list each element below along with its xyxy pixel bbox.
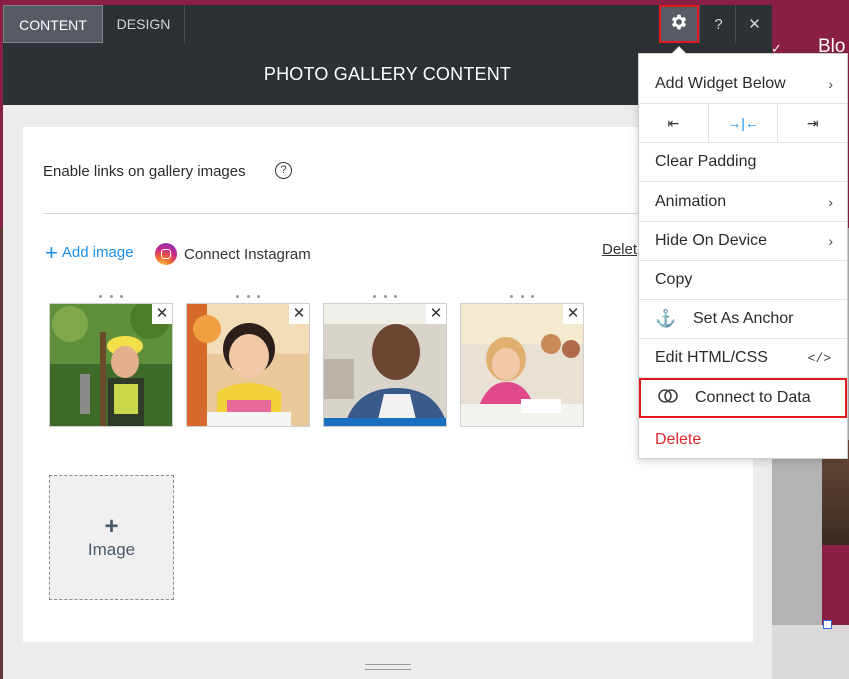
remove-image-button[interactable]: ✕ bbox=[426, 304, 446, 324]
chevron-right-icon: › bbox=[828, 76, 833, 92]
settings-menu: Add Widget Below › ⇤ →|← ⇥ Clear Padding… bbox=[638, 46, 848, 459]
drag-dots-icon[interactable] bbox=[99, 295, 123, 298]
connect-instagram-label: Connect Instagram bbox=[184, 245, 311, 263]
remove-image-button[interactable]: ✕ bbox=[563, 304, 583, 324]
menu-item-animation[interactable]: Animation › bbox=[639, 183, 847, 222]
add-image-button[interactable]: + Add image bbox=[45, 240, 134, 265]
alignment-row: ⇤ →|← ⇥ bbox=[639, 104, 847, 143]
menu-item-hide-on-device[interactable]: Hide On Device › bbox=[639, 222, 847, 261]
tab-content[interactable]: CONTENT bbox=[3, 5, 103, 43]
background-footer bbox=[772, 625, 849, 679]
menu-item-label: Copy bbox=[655, 271, 693, 288]
gallery-item[interactable]: ✕ bbox=[186, 295, 310, 429]
menu-item-copy[interactable]: Copy bbox=[639, 261, 847, 300]
anchor-icon: ⚓ bbox=[655, 309, 677, 328]
gallery-item[interactable]: ✕ bbox=[323, 295, 447, 429]
add-image-tile[interactable]: + Image bbox=[49, 475, 174, 600]
menu-item-label: Hide On Device bbox=[655, 232, 768, 249]
chevron-right-icon: › bbox=[828, 233, 833, 249]
background-block bbox=[822, 545, 849, 627]
link-rings-icon bbox=[657, 388, 679, 409]
question-icon[interactable]: ? bbox=[275, 162, 292, 179]
menu-item-delete[interactable]: Delete bbox=[639, 420, 847, 459]
close-icon: ✕ bbox=[748, 16, 761, 33]
chevron-right-icon: › bbox=[828, 194, 833, 210]
drag-dots-icon[interactable] bbox=[236, 295, 260, 298]
enable-links-label: Enable links on gallery images bbox=[43, 163, 246, 180]
drag-dots-icon[interactable] bbox=[373, 295, 397, 298]
menu-item-label: Delete bbox=[655, 430, 702, 448]
connect-instagram-button[interactable]: Connect Instagram bbox=[155, 243, 311, 265]
add-tile-label: Image bbox=[87, 539, 136, 559]
menu-item-label: Add Widget Below bbox=[655, 75, 786, 92]
menu-item-edit-html-css[interactable]: Edit HTML/CSS </> bbox=[639, 339, 847, 378]
plus-icon: + bbox=[45, 240, 58, 265]
menu-item-set-as-anchor[interactable]: ⚓ Set As Anchor bbox=[639, 300, 847, 339]
menu-item-label: Clear Padding bbox=[655, 153, 757, 170]
menu-item-label: Connect to Data bbox=[695, 389, 811, 406]
settings-button[interactable] bbox=[659, 5, 699, 43]
code-icon: </> bbox=[807, 350, 831, 366]
instagram-icon bbox=[155, 243, 177, 265]
gear-icon bbox=[669, 12, 689, 36]
resize-handle[interactable] bbox=[823, 620, 832, 629]
tab-design[interactable]: DESIGN bbox=[103, 5, 185, 43]
menu-item-connect-to-data[interactable]: Connect to Data bbox=[639, 378, 847, 418]
menu-item-clear-padding[interactable]: Clear Padding bbox=[639, 143, 847, 182]
help-button[interactable]: ? bbox=[699, 5, 737, 43]
menu-item-add-widget-below[interactable]: Add Widget Below › bbox=[639, 65, 847, 104]
panel-topbar: CONTENT DESIGN ? ✕ bbox=[3, 5, 772, 43]
align-center-button[interactable]: →|← bbox=[709, 104, 779, 142]
remove-image-button[interactable]: ✕ bbox=[289, 304, 309, 324]
menu-item-label: Animation bbox=[655, 193, 727, 210]
remove-image-button[interactable]: ✕ bbox=[152, 304, 172, 324]
gallery-item[interactable]: ✕ bbox=[49, 295, 173, 429]
menu-item-label: Edit HTML/CSS bbox=[655, 349, 768, 366]
delete-all-link[interactable]: Delet bbox=[602, 241, 637, 258]
menu-item-label: Set As Anchor bbox=[693, 310, 794, 327]
close-button[interactable]: ✕ bbox=[735, 5, 773, 43]
panel-drag-handle[interactable] bbox=[365, 664, 411, 670]
gallery-item[interactable]: ✕ bbox=[460, 295, 584, 429]
drag-dots-icon[interactable] bbox=[510, 295, 534, 298]
plus-icon: + bbox=[104, 512, 119, 540]
align-right-button[interactable]: ⇥ bbox=[778, 104, 847, 142]
add-image-label: Add image bbox=[61, 244, 134, 261]
align-left-button[interactable]: ⇤ bbox=[639, 104, 709, 142]
